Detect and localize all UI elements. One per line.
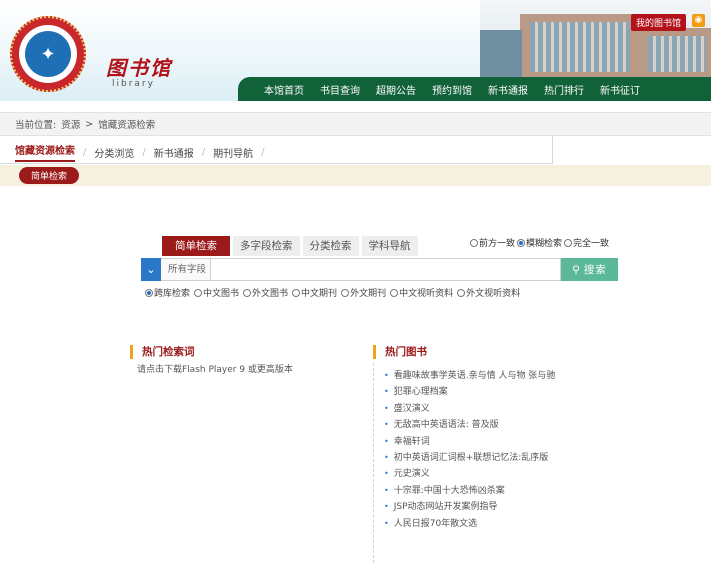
- list-item[interactable]: • 无敌高中英语语法: 普及版: [384, 417, 613, 433]
- scope-foreign-journals-radio[interactable]: 外文期刊: [341, 286, 386, 299]
- breadcrumb-current: 馆藏资源检索: [98, 120, 156, 131]
- rss-icon[interactable]: ◉: [692, 14, 705, 27]
- main-nav: 本馆首页 书目查询 超期公告 预约到馆 新书通报 热门排行 新书征订: [238, 77, 711, 101]
- nav-item-acquisition[interactable]: 新书征订: [600, 82, 640, 97]
- search-scope-options: 跨库检索 中文图书 外文图书 中文期刊 外文期刊 中文视听资料 外文视听资料: [145, 286, 524, 299]
- hot-searches-title: 热门检索词: [130, 345, 350, 359]
- hot-books-list: • 看趣味故事学英语.亲与情 人与物 张与驰 • 犯罪心理档案 • 盛汉演义 • 无敌高…: [384, 368, 613, 532]
- list-item[interactable]: • 幸福轩词: [384, 434, 613, 450]
- list-item[interactable]: • JSP动态网站开发案例指导: [384, 499, 613, 515]
- list-item[interactable]: • 初中英语词汇词根+联想记忆法:乱序版: [384, 450, 613, 466]
- list-item[interactable]: • 看趣味故事学英语.亲与情 人与物 张与驰: [384, 368, 613, 384]
- library-building-image: [480, 0, 711, 80]
- my-library-button[interactable]: 我的图书馆: [630, 14, 686, 31]
- breadcrumb-resources[interactable]: 资源: [61, 117, 80, 131]
- tab-collection-search[interactable]: 馆藏资源检索: [15, 142, 75, 162]
- search-bar: ⌄ 所有字段 ⚲ 搜索: [141, 258, 618, 281]
- tab-new-books[interactable]: 新书通报: [154, 145, 194, 160]
- scope-cross-db-radio[interactable]: 跨库检索: [145, 286, 190, 299]
- list-item[interactable]: • 十宗罪:中国十大恐怖凶杀案: [384, 483, 613, 499]
- search-button[interactable]: ⚲ 搜索: [561, 258, 618, 281]
- scope-cn-journals-radio[interactable]: 中文期刊: [292, 286, 337, 299]
- tab-category-browse[interactable]: 分类浏览: [94, 145, 134, 160]
- hot-books-panel: 热门图书 • 看趣味故事学英语.亲与情 人与物 张与驰 • 犯罪心理档案 • 盛汉演义…: [373, 345, 613, 563]
- breadcrumb-separator: >: [85, 118, 94, 130]
- section-tabs: 馆藏资源检索 / 分类浏览 / 新书通报 / 期刊导航 /: [0, 136, 711, 164]
- search-button-label: 搜索: [583, 264, 607, 276]
- list-item[interactable]: • 犯罪心理档案: [384, 384, 613, 400]
- list-item[interactable]: • 人民日报70年散文选: [384, 516, 613, 532]
- breadcrumb-prefix: 当前位置:: [15, 120, 57, 131]
- search-tab-category[interactable]: 分类检索: [302, 236, 359, 256]
- tab-journal-nav[interactable]: 期刊导航: [213, 145, 253, 160]
- search-mode-tabs: 简单检索 多字段检索 分类检索 学科导航: [162, 236, 421, 256]
- flash-player-notice[interactable]: 请点击下载Flash Player 9 或更高版本: [137, 362, 350, 375]
- scope-cn-av-radio[interactable]: 中文视听资料: [390, 286, 453, 299]
- scope-foreign-av-radio[interactable]: 外文视听资料: [457, 286, 520, 299]
- library-seal-icon[interactable]: ✦: [10, 16, 86, 92]
- hot-searches-panel: 热门检索词 请点击下载Flash Player 9 或更高版本: [130, 345, 350, 375]
- nav-item-new-books[interactable]: 新书通报: [488, 82, 528, 97]
- match-exact-radio[interactable]: 完全一致: [564, 236, 609, 249]
- match-prefix-radio[interactable]: 前方一致: [470, 236, 515, 249]
- list-item[interactable]: • 盛汉演义: [384, 401, 613, 417]
- nav-item-home[interactable]: 本馆首页: [264, 82, 304, 97]
- chevron-down-icon[interactable]: ⌄: [141, 258, 161, 281]
- scope-foreign-books-radio[interactable]: 外文图书: [243, 286, 288, 299]
- search-tab-subject[interactable]: 学科导航: [361, 236, 418, 256]
- nav-item-ranking[interactable]: 热门排行: [544, 82, 584, 97]
- match-mode-options: 前方一致 模糊检索 完全一致: [470, 236, 611, 249]
- nav-item-reservation[interactable]: 预约到馆: [432, 82, 472, 97]
- match-fuzzy-radio[interactable]: 模糊检索: [517, 236, 562, 249]
- breadcrumb: 当前位置: 资源 > 馆藏资源检索: [0, 112, 711, 136]
- brand-title: 图书馆 library: [106, 52, 172, 89]
- search-icon: ⚲: [572, 263, 581, 276]
- field-select[interactable]: 所有字段: [161, 258, 211, 281]
- nav-item-overdue[interactable]: 超期公告: [376, 82, 416, 97]
- simple-search-pill[interactable]: 简单检索: [19, 167, 80, 184]
- search-tab-simple[interactable]: 简单检索: [162, 236, 230, 256]
- list-item[interactable]: • 元史演义: [384, 466, 613, 482]
- hot-books-title: 热门图书: [373, 345, 613, 359]
- nav-item-catalog[interactable]: 书目查询: [320, 82, 360, 97]
- sub-tab-bar: 简单检索: [0, 165, 711, 186]
- search-input[interactable]: [211, 258, 561, 281]
- site-header: ✦ 图书馆 library 我的图书馆 ◉ 本馆首页 书目查询 超期公告 预约到…: [0, 0, 711, 101]
- search-tab-multi-field[interactable]: 多字段检索: [233, 236, 300, 256]
- brand-cn-title: 图书馆: [106, 56, 172, 80]
- scope-cn-books-radio[interactable]: 中文图书: [194, 286, 239, 299]
